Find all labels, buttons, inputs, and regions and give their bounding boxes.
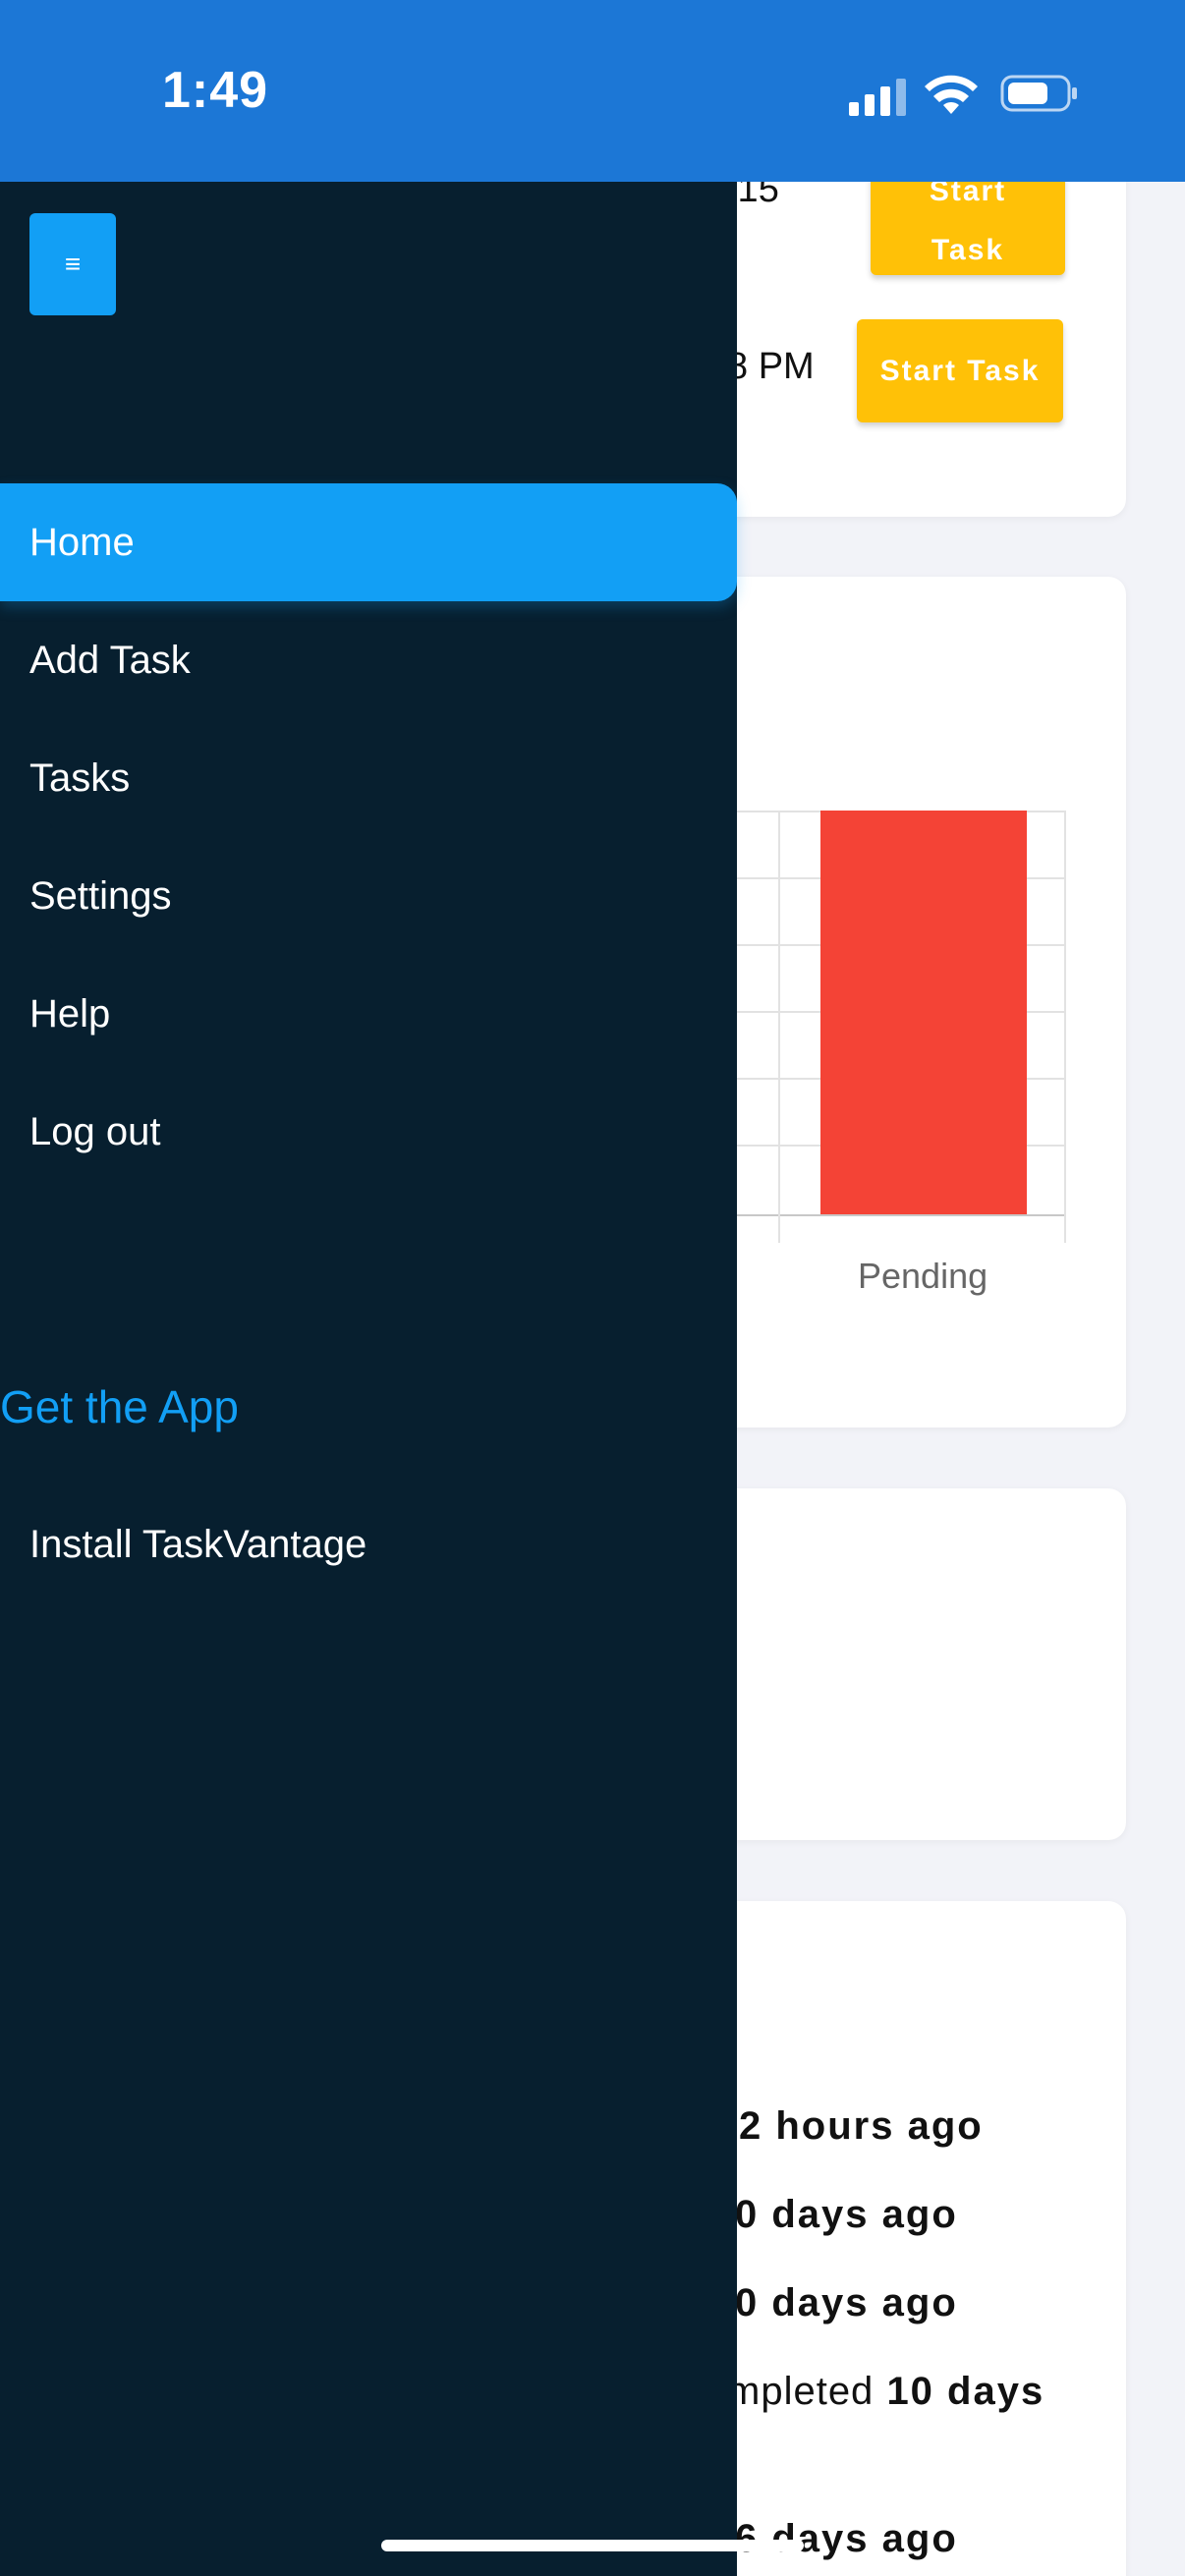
get-the-app-heading: Get the App [0,1381,239,1432]
grid-line [1064,811,1066,1243]
x-tick-label: Pending [858,1256,988,1296]
nav-item-settings[interactable]: Settings [0,837,737,955]
status-bar: 1:49 [0,0,1185,182]
grid-line [778,811,780,1243]
wifi-icon [925,75,978,114]
activity-item: 2 hours ago [739,2104,984,2148]
navigation-drawer: ≡ Home Add Task Tasks Settings Help Log … [0,182,737,2576]
x-axis [688,1214,1066,1216]
pending-bar [820,811,1027,1214]
activity-item: 0 days ago [735,2193,958,2236]
start-task-button[interactable]: Start Task [871,167,1065,275]
task-time: 8 PM [727,346,815,387]
home-indicator[interactable] [381,2540,804,2551]
task-status-chart [688,811,1066,1243]
nav-item-help[interactable]: Help [0,955,737,1073]
battery-icon [1000,75,1077,112]
start-task-button[interactable]: Start Task [857,319,1063,422]
nav-item-log-out[interactable]: Log out [0,1073,737,1191]
nav-item-add-task[interactable]: Add Task [0,601,737,719]
menu-toggle-button[interactable]: ≡ [29,213,116,315]
nav-item-home[interactable]: Home [0,483,737,601]
activity-item: mpleted 10 days [727,2370,1045,2413]
cellular-signal-icon [849,77,908,116]
install-app-link[interactable]: Install TaskVantage [29,1523,367,1567]
status-time: 1:49 [162,62,269,119]
activity-item: 0 days ago [735,2281,958,2324]
nav-item-tasks[interactable]: Tasks [0,719,737,837]
